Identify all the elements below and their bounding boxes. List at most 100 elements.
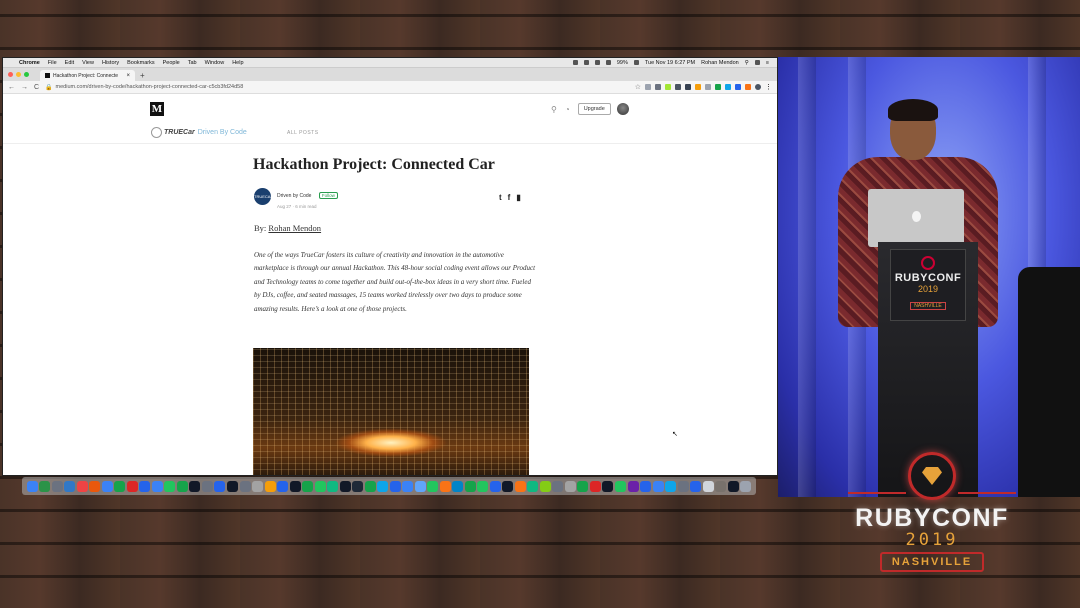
dock-app-icon[interactable] xyxy=(477,480,489,492)
user-avatar[interactable] xyxy=(616,103,629,115)
browser-tab[interactable]: Hackathon Project: Connecte × xyxy=(40,70,135,81)
dock-app-icon[interactable] xyxy=(389,480,401,492)
dock-app-icon[interactable] xyxy=(552,480,564,492)
dock-app-icon[interactable] xyxy=(176,480,188,492)
dock-app-icon[interactable] xyxy=(539,480,551,492)
dock-app-icon[interactable] xyxy=(214,480,226,492)
dock-app-icon[interactable] xyxy=(327,480,339,492)
author-avatar[interactable]: TRUECAR xyxy=(254,188,273,205)
status-icon[interactable] xyxy=(583,60,589,65)
menu-app-name[interactable]: Chrome xyxy=(19,60,40,66)
follow-button[interactable]: Follow xyxy=(318,192,338,199)
dock-app-icon[interactable] xyxy=(464,480,476,492)
notification-center-icon[interactable]: ≡ xyxy=(766,60,769,66)
publication-logo[interactable]: TRUECar Driven By Code xyxy=(151,127,247,138)
author-name[interactable]: Driven by Code xyxy=(277,193,311,199)
medium-logo[interactable]: M xyxy=(150,102,164,116)
dock-app-icon[interactable] xyxy=(740,480,752,492)
back-button[interactable]: ← xyxy=(8,84,15,91)
dock-app-icon[interactable] xyxy=(652,480,664,492)
extension-icon[interactable] xyxy=(695,84,701,90)
all-posts-link[interactable]: ALL POSTS xyxy=(287,130,319,136)
new-tab-button[interactable]: + xyxy=(140,70,145,81)
extension-icon[interactable] xyxy=(715,84,721,90)
menu-window[interactable]: Window xyxy=(205,60,225,66)
status-icon[interactable] xyxy=(594,60,600,65)
dock-app-icon[interactable] xyxy=(402,480,414,492)
dock-app-icon[interactable] xyxy=(26,480,38,492)
extension-icon[interactable] xyxy=(645,84,651,90)
dock-app-icon[interactable] xyxy=(126,480,138,492)
dock-app-icon[interactable] xyxy=(690,480,702,492)
lock-icon[interactable]: 🔒 xyxy=(45,84,52,91)
dock-app-icon[interactable] xyxy=(239,480,251,492)
dock-app-icon[interactable] xyxy=(614,480,626,492)
dock-app-icon[interactable] xyxy=(101,480,113,492)
dock-app-icon[interactable] xyxy=(277,480,289,492)
dock-app-icon[interactable] xyxy=(414,480,426,492)
menu-edit[interactable]: Edit xyxy=(65,60,74,66)
menu-tab[interactable]: Tab xyxy=(188,60,197,66)
extension-icon[interactable] xyxy=(665,84,671,90)
dock-app-icon[interactable] xyxy=(227,480,238,492)
profile-icon[interactable] xyxy=(755,84,761,90)
menu-file[interactable]: File xyxy=(48,60,57,66)
dock-app-icon[interactable] xyxy=(114,480,126,492)
close-tab-icon[interactable]: × xyxy=(126,73,130,79)
forward-button[interactable]: → xyxy=(21,84,28,91)
dock-app-icon[interactable] xyxy=(139,480,151,492)
dock-app-icon[interactable] xyxy=(89,480,101,492)
extension-icon[interactable] xyxy=(655,84,661,90)
dock-app-icon[interactable] xyxy=(502,480,514,492)
close-window-icon[interactable] xyxy=(8,72,13,77)
dock-app-icon[interactable] xyxy=(264,480,276,492)
extension-icon[interactable] xyxy=(685,84,691,90)
dock-app-icon[interactable] xyxy=(64,480,76,492)
dock-app-icon[interactable] xyxy=(352,480,364,492)
extension-icon[interactable] xyxy=(705,84,711,90)
dock-app-icon[interactable] xyxy=(289,480,301,492)
battery-percent[interactable]: 99% xyxy=(617,60,628,66)
dock-app-icon[interactable] xyxy=(602,480,614,492)
dock-app-icon[interactable] xyxy=(189,480,201,492)
dock-app-icon[interactable] xyxy=(201,480,213,492)
bell-icon[interactable]: ◔ xyxy=(565,105,570,114)
by-author-link[interactable]: Rohan Mendon xyxy=(268,223,321,233)
dock-app-icon[interactable] xyxy=(39,480,51,492)
dock-app-icon[interactable] xyxy=(364,480,376,492)
twitter-icon[interactable]: t xyxy=(499,193,502,202)
dock-app-icon[interactable] xyxy=(314,480,326,492)
siri-icon[interactable] xyxy=(754,60,760,65)
dock-app-icon[interactable] xyxy=(527,480,539,492)
facebook-icon[interactable]: f xyxy=(508,193,511,202)
dock-app-icon[interactable] xyxy=(339,480,351,492)
url-input[interactable]: medium.com/driven-by-code/hackathon-proj… xyxy=(56,84,635,90)
spotlight-icon[interactable]: ⚲ xyxy=(745,60,749,66)
menu-clock[interactable]: Tue Nov 19 6:27 PM xyxy=(645,60,695,66)
dock-app-icon[interactable] xyxy=(377,480,389,492)
menu-bookmarks[interactable]: Bookmarks xyxy=(127,60,155,66)
dock-app-icon[interactable] xyxy=(151,480,163,492)
menu-history[interactable]: History xyxy=(102,60,119,66)
dock-app-icon[interactable] xyxy=(164,480,176,492)
dock-app-icon[interactable] xyxy=(252,480,264,492)
dropbox-icon[interactable] xyxy=(572,60,578,65)
zoom-window-icon[interactable] xyxy=(24,72,29,77)
dock-app-icon[interactable] xyxy=(665,480,677,492)
reload-button[interactable]: C xyxy=(34,84,39,91)
wifi-icon[interactable] xyxy=(605,60,611,65)
dock-app-icon[interactable] xyxy=(439,480,451,492)
upgrade-button[interactable]: Upgrade xyxy=(577,103,611,115)
dock-app-icon[interactable] xyxy=(564,480,576,492)
menu-help[interactable]: Help xyxy=(232,60,243,66)
dock-app-icon[interactable] xyxy=(702,480,714,492)
dock-app-icon[interactable] xyxy=(489,480,501,492)
dock-app-icon[interactable] xyxy=(51,480,63,492)
dock-app-icon[interactable] xyxy=(727,480,739,492)
dock-app-icon[interactable] xyxy=(715,480,727,492)
dock-app-icon[interactable] xyxy=(302,480,314,492)
dock-app-icon[interactable] xyxy=(677,480,689,492)
menu-view[interactable]: View xyxy=(82,60,94,66)
search-icon[interactable]: ⚲ xyxy=(551,105,557,114)
menu-people[interactable]: People xyxy=(163,60,180,66)
